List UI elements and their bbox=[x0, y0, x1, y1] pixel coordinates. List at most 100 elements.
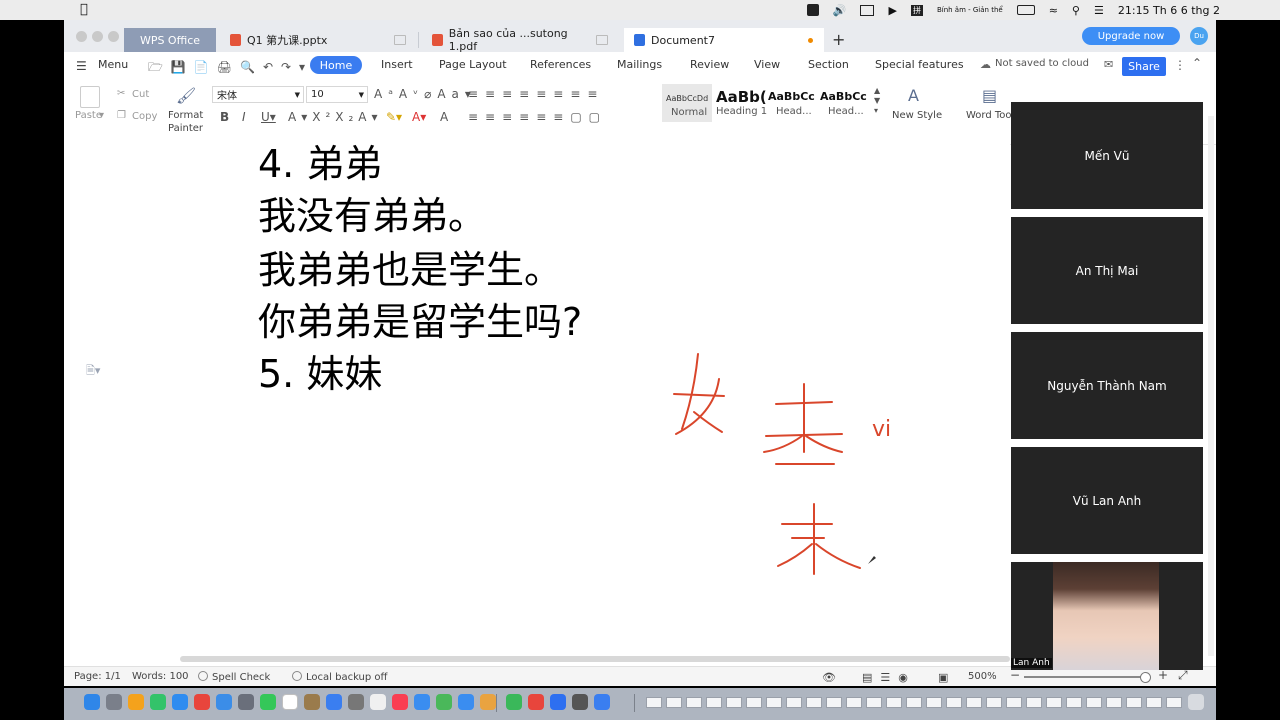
tab-pptx-file[interactable]: Q1 第九课.pptx bbox=[220, 28, 416, 52]
vertical-scrollbar[interactable] bbox=[1208, 116, 1214, 656]
zoom-app-icon[interactable] bbox=[550, 694, 566, 710]
upgrade-now-button[interactable]: Upgrade now bbox=[1082, 27, 1180, 45]
minimized-window[interactable] bbox=[906, 697, 922, 708]
doc-line-4[interactable]: 你弟弟是留学生吗? bbox=[258, 302, 582, 342]
spell-check-toggle[interactable]: Spell Check bbox=[198, 671, 270, 683]
format-painter-label-2[interactable]: Painter bbox=[168, 123, 203, 134]
minimized-window[interactable] bbox=[866, 697, 882, 708]
doc-line-2[interactable]: 我没有弟弟。 bbox=[258, 196, 486, 236]
paste-icon[interactable] bbox=[80, 86, 100, 108]
app-icon[interactable] bbox=[326, 694, 342, 710]
font-color-icon[interactable]: A▾ bbox=[412, 110, 426, 124]
launchpad-icon[interactable] bbox=[106, 694, 122, 710]
facetime-icon[interactable] bbox=[260, 694, 276, 710]
menu-button[interactable]: Menu bbox=[98, 58, 128, 71]
minimized-window[interactable] bbox=[1086, 697, 1102, 708]
search-icon[interactable]: ⚲ bbox=[1072, 4, 1080, 17]
participant-tile-1[interactable]: Mến Vũ bbox=[1011, 102, 1203, 209]
underline-icon[interactable]: U▾ bbox=[261, 110, 276, 124]
format-painter-icon[interactable]: 🖌 bbox=[176, 86, 196, 105]
display-icon[interactable] bbox=[860, 4, 875, 16]
new-tab-button[interactable]: + bbox=[832, 30, 845, 49]
word-count[interactable]: Words: 100 bbox=[132, 671, 189, 682]
minimized-window[interactable] bbox=[746, 697, 762, 708]
tab-home[interactable]: Home bbox=[310, 56, 362, 74]
comment-icon[interactable]: ✉ bbox=[1104, 58, 1113, 71]
character-shading-icon[interactable]: A bbox=[440, 110, 448, 124]
doc-line-1[interactable]: 4. 弟弟 bbox=[258, 144, 382, 184]
cloud-status[interactable]: Not saved to cloud bbox=[995, 58, 1089, 69]
app-icon[interactable] bbox=[348, 694, 364, 710]
quick-access-icons[interactable]: 🗁💾📄🖨🔍↶↷▾ bbox=[148, 58, 313, 79]
participant-tile-3[interactable]: Nguyễn Thành Nam bbox=[1011, 332, 1203, 439]
tab-section[interactable]: Section bbox=[808, 58, 849, 71]
minimized-window[interactable] bbox=[786, 697, 802, 708]
zoom-level[interactable]: 500% bbox=[968, 671, 997, 682]
horizontal-scrollbar[interactable] bbox=[180, 656, 1010, 662]
app-icon[interactable] bbox=[506, 694, 522, 710]
style-heading-1[interactable]: AaBb( Heading 1 bbox=[716, 84, 768, 122]
tab-insert[interactable]: Insert bbox=[381, 58, 413, 71]
app-store-icon[interactable] bbox=[414, 694, 430, 710]
minimized-window[interactable] bbox=[726, 697, 742, 708]
eye-icon[interactable]: 👁 bbox=[822, 671, 836, 684]
minimized-window[interactable] bbox=[1166, 697, 1182, 708]
settings-icon[interactable] bbox=[238, 694, 254, 710]
minimized-window[interactable] bbox=[1146, 697, 1162, 708]
minimized-window[interactable] bbox=[946, 697, 962, 708]
zoom-slider-knob[interactable] bbox=[1140, 672, 1151, 683]
minimized-window[interactable] bbox=[886, 697, 902, 708]
minimized-window[interactable] bbox=[846, 697, 862, 708]
wps-icon[interactable] bbox=[528, 694, 544, 710]
fit-page-icon[interactable]: ▣ bbox=[938, 671, 948, 684]
cut-button[interactable]: Cut bbox=[132, 89, 149, 100]
wps-menubar-icon[interactable] bbox=[806, 4, 819, 16]
tab-review[interactable]: Review bbox=[690, 58, 729, 71]
new-style-button[interactable]: New Style bbox=[892, 110, 942, 121]
calendar-icon[interactable] bbox=[282, 694, 298, 710]
highlight-icon[interactable]: ✎▾ bbox=[386, 110, 402, 124]
style-normal[interactable]: AaBbCcDd Normal bbox=[662, 84, 712, 122]
tab-document7[interactable]: Document7 bbox=[624, 28, 824, 52]
word-tools-button[interactable]: Word Tool bbox=[966, 110, 1014, 121]
font-size-select[interactable]: 10 ▼ bbox=[306, 86, 368, 103]
word-tools-icon[interactable]: ▤ bbox=[982, 86, 997, 105]
minimized-window[interactable] bbox=[666, 697, 682, 708]
minimized-window[interactable] bbox=[1106, 697, 1122, 708]
doc-line-5[interactable]: 5. 妹妹 bbox=[258, 354, 382, 394]
apple-icon[interactable]:  bbox=[80, 2, 88, 17]
minimized-window[interactable] bbox=[826, 697, 842, 708]
keynote-icon[interactable] bbox=[458, 694, 474, 710]
italic-icon[interactable]: I bbox=[242, 110, 246, 124]
document-canvas[interactable]: 🗎▾ 4. 弟弟 我没有弟弟。 我弟弟也是学生。 你弟弟是留学生吗? 5. 妹妹 bbox=[64, 144, 1010, 656]
tab-view[interactable]: View bbox=[754, 58, 780, 71]
scissors-icon[interactable]: ✂ bbox=[117, 88, 125, 99]
share-button[interactable]: Share bbox=[1122, 57, 1166, 76]
style-scroll-icon[interactable]: ▲ ▼ ▾ bbox=[874, 86, 880, 116]
format-painter-label[interactable]: Format bbox=[168, 110, 203, 121]
input-method-icon[interactable]: 拼 bbox=[910, 4, 923, 16]
participant-tile-4[interactable]: Vũ Lan Anh bbox=[1011, 447, 1203, 554]
safari-icon[interactable] bbox=[172, 694, 188, 710]
text-effect-icons[interactable]: A▾X²X₂A▾ bbox=[288, 110, 383, 124]
minimized-window[interactable] bbox=[926, 697, 942, 708]
zoom-out-button[interactable]: − bbox=[1010, 668, 1020, 682]
minimized-window[interactable] bbox=[986, 697, 1002, 708]
tab-references[interactable]: References bbox=[530, 58, 591, 71]
tab-mailings[interactable]: Mailings bbox=[617, 58, 662, 71]
doc-line-3[interactable]: 我弟弟也是学生。 bbox=[258, 250, 562, 290]
app-icon[interactable] bbox=[128, 694, 144, 710]
notes-icon[interactable] bbox=[304, 694, 320, 710]
zalo-icon[interactable] bbox=[216, 694, 232, 710]
finder-icon[interactable] bbox=[84, 694, 100, 710]
minimized-window[interactable] bbox=[766, 697, 782, 708]
app-icon[interactable] bbox=[572, 694, 588, 710]
wifi-icon[interactable]: ≈ bbox=[1049, 4, 1058, 17]
view-mode-icons[interactable]: ▤☰◉ bbox=[862, 671, 916, 684]
play-icon[interactable]: ▶ bbox=[888, 4, 896, 17]
collapse-ribbon-icon[interactable]: ⌃ bbox=[1192, 56, 1202, 70]
minimized-window[interactable] bbox=[706, 697, 722, 708]
zoom-window-button[interactable] bbox=[108, 31, 119, 42]
font-name-select[interactable]: 宋体 ▼ bbox=[212, 86, 304, 103]
pages-icon[interactable] bbox=[480, 694, 496, 710]
